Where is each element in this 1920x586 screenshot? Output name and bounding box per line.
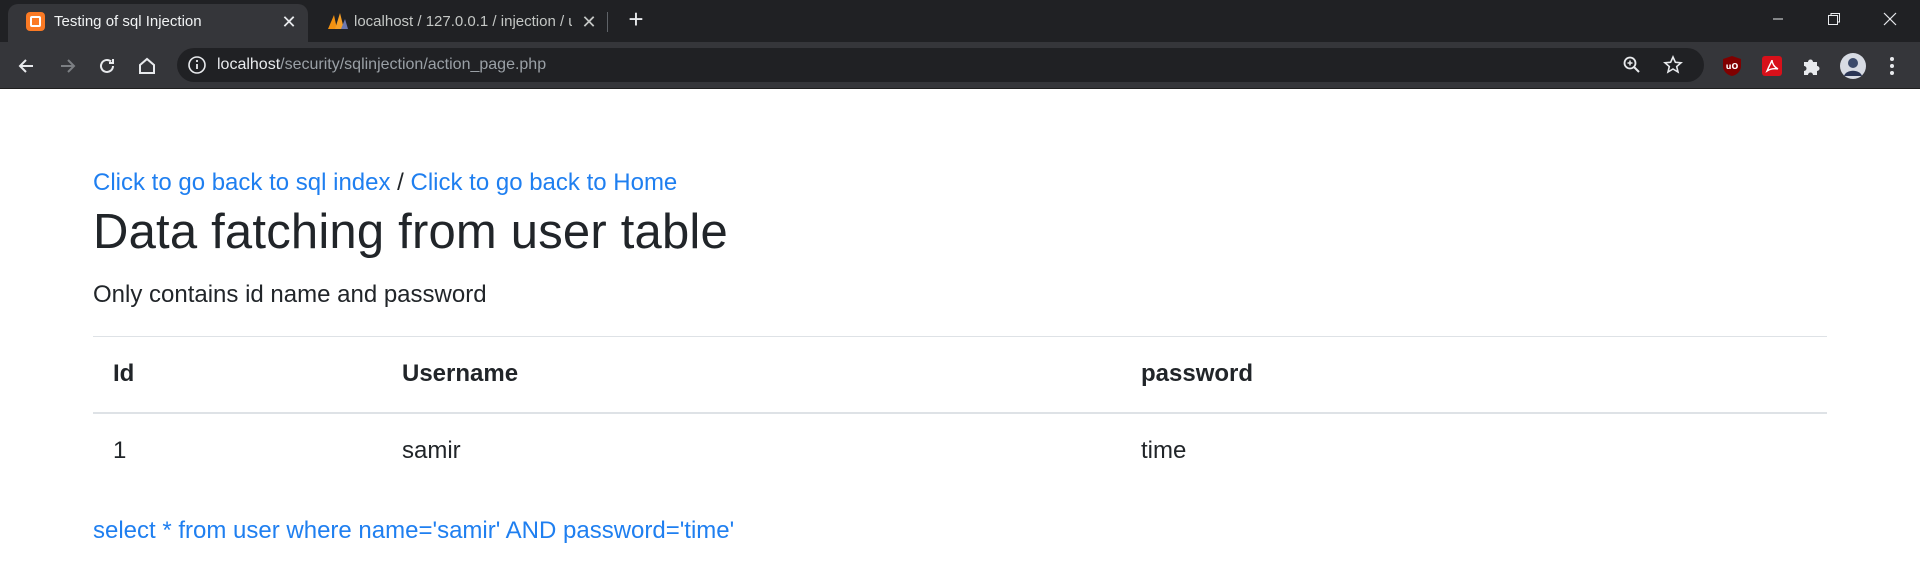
arrow-right-icon <box>61 59 76 73</box>
column-header-id: Id <box>93 336 382 414</box>
tab-phpmyadmin[interactable]: localhost / 127.0.0.1 / injection / u ✕ <box>312 4 606 42</box>
user-table: Id Username password 1 samir time <box>93 336 1827 489</box>
cell-password: time <box>1141 437 1187 464</box>
home-link[interactable]: Click to go back to Home <box>411 169 678 196</box>
column-header-password: password <box>1121 336 1827 414</box>
sql-query-text: select * from user where name='samir' AN… <box>93 517 735 544</box>
forward-button[interactable] <box>52 51 82 81</box>
zoom-button[interactable] <box>1621 54 1643 76</box>
table-row: 1 samir time <box>93 413 1827 489</box>
restore-icon <box>1828 13 1840 25</box>
page-subtitle: Only contains id name and password <box>93 281 487 308</box>
star-icon <box>1663 55 1683 74</box>
url-text[interactable]: localhost/security/sqlinjection/action_p… <box>217 56 546 74</box>
profile-avatar <box>1840 53 1866 79</box>
tab-divider <box>607 12 608 32</box>
page-title: Data fatching from user table <box>93 205 728 259</box>
browser-tab-strip: Testing of sql Injection ✕ localhost / 1… <box>0 0 1920 42</box>
browser-menu-button[interactable] <box>1878 52 1906 80</box>
info-icon[interactable] <box>187 55 207 75</box>
pdf-icon <box>1762 56 1782 76</box>
more-vertical-icon <box>1890 57 1894 75</box>
profile-button[interactable] <box>1839 52 1867 80</box>
close-icon[interactable]: ✕ <box>280 13 298 31</box>
reload-icon <box>100 58 114 73</box>
browser-toolbar: localhost/security/sqlinjection/action_p… <box>0 42 1920 89</box>
pdf-extension[interactable] <box>1758 52 1786 80</box>
ublock-icon: uO <box>1723 56 1741 76</box>
home-button[interactable] <box>132 51 162 81</box>
reload-button[interactable] <box>92 51 122 81</box>
arrow-left-icon <box>18 59 33 73</box>
bookmark-button[interactable] <box>1662 54 1684 76</box>
tab-title: Testing of sql Injection <box>54 13 202 30</box>
tab-title: localhost / 127.0.0.1 / injection / u <box>354 13 572 30</box>
restore-button[interactable] <box>1806 0 1862 38</box>
minimize-button[interactable] <box>1750 0 1806 38</box>
close-window-icon <box>1883 12 1897 26</box>
ublock-extension[interactable]: uO <box>1718 52 1746 80</box>
svg-text:uO: uO <box>1726 62 1739 71</box>
phpmyadmin-icon <box>328 13 348 29</box>
sql-index-link[interactable]: Click to go back to sql index <box>93 169 390 196</box>
puzzle-icon <box>1804 59 1820 75</box>
new-tab-button[interactable]: + <box>624 6 648 32</box>
link-separator: / <box>390 169 411 196</box>
url-path: /security/sqlinjection/action_page.php <box>280 56 547 73</box>
column-header-username: Username <box>382 336 1121 414</box>
zoom-icon <box>1623 56 1640 73</box>
back-button[interactable] <box>12 51 42 81</box>
back-links: Click to go back to sql index / Click to… <box>93 169 677 197</box>
cell-id: 1 <box>113 437 127 464</box>
close-icon[interactable]: ✕ <box>580 13 598 31</box>
table-header-row: Id Username password <box>93 336 1827 414</box>
minimize-icon <box>1773 18 1783 20</box>
cell-username: samir <box>402 437 461 464</box>
tab-testing-sql-injection[interactable]: Testing of sql Injection ✕ <box>8 4 308 42</box>
address-bar[interactable]: localhost/security/sqlinjection/action_p… <box>177 48 1704 82</box>
xampp-icon <box>26 12 45 31</box>
home-icon <box>139 57 155 74</box>
close-window-button[interactable] <box>1862 0 1918 38</box>
extensions-button[interactable] <box>1798 52 1826 80</box>
url-host: localhost <box>217 56 281 73</box>
